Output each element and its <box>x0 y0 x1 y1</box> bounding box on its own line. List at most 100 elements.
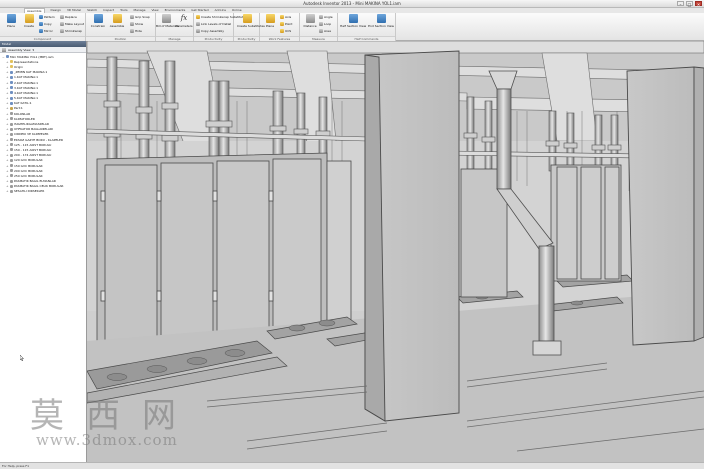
constrain-button[interactable]: Constrain <box>88 14 108 34</box>
point-button[interactable]: Point <box>280 21 292 27</box>
expand-toggle-icon[interactable]: + <box>6 179 9 183</box>
manage-group: Bill of Materials fx Parameters Manage <box>156 13 194 41</box>
make-layout-button[interactable]: Make Layout <box>60 21 84 27</box>
place-button[interactable]: Place <box>1 14 21 34</box>
area-button[interactable]: Area <box>319 28 331 34</box>
expand-toggle-icon[interactable]: + <box>6 189 9 193</box>
create-substitutes-button[interactable]: Create Substitutes <box>237 14 265 34</box>
maximize-button[interactable]: □ <box>686 1 693 7</box>
folder-icon <box>10 158 13 162</box>
shrinkwrap-button[interactable]: Shrinkwrap <box>60 28 82 34</box>
bill-of-materials-button[interactable]: Bill of Materials <box>156 14 179 34</box>
expand-toggle-icon[interactable]: + <box>6 106 9 110</box>
work-features-group: Plane Axis Point UCS Work Features <box>260 13 300 41</box>
expand-toggle-icon[interactable]: + <box>6 81 9 85</box>
end-section-icon <box>376 14 386 23</box>
expand-toggle-icon[interactable]: + <box>6 60 9 64</box>
expand-toggle-icon[interactable]: + <box>6 117 9 121</box>
angle-button[interactable]: Angle <box>319 14 333 20</box>
folder-icon <box>10 169 13 173</box>
shrinkwrap-icon <box>60 29 64 33</box>
expand-toggle-icon[interactable]: + <box>6 96 9 100</box>
pattern-button[interactable]: Pattern <box>39 14 55 20</box>
half-section-button[interactable]: Half Section View <box>340 14 366 34</box>
expand-toggle-icon[interactable]: + <box>6 158 9 162</box>
expand-toggle-icon[interactable]: + <box>6 127 9 131</box>
browser-tree-label: 125 - 115 AKIST BORULU <box>14 142 52 147</box>
ucs-button[interactable]: UCS <box>280 28 291 34</box>
browser-tree-item[interactable]: + SESAHLI DIRSEKLER <box>0 189 86 194</box>
assembly-icon <box>10 81 13 85</box>
expand-toggle-icon[interactable]: + <box>6 169 9 173</box>
grip-snap-button[interactable]: Grip Snap <box>130 14 150 20</box>
assemble-button[interactable]: Assemble <box>107 14 127 34</box>
hide-button[interactable]: Hide <box>130 28 142 34</box>
copy-button[interactable]: Copy <box>39 21 52 27</box>
expand-toggle-icon[interactable]: + <box>6 91 9 95</box>
filter-icon[interactable] <box>2 47 6 52</box>
copy-assembly-button[interactable]: Copy Assembly <box>196 28 224 34</box>
position-group: Constrain Assemble Grip Snap Show Hide P… <box>86 13 156 41</box>
expand-toggle-icon[interactable]: + <box>6 86 9 90</box>
create-button[interactable]: Create <box>19 14 39 34</box>
chevron-down-icon[interactable]: ▾ <box>33 48 35 52</box>
mouse-cursor-icon <box>20 355 24 361</box>
browser-tree-label: SESAHLI DIRSEKLER <box>14 189 45 194</box>
close-button[interactable]: ✕ <box>695 1 702 7</box>
folder-icon <box>10 179 13 183</box>
substitutes-icon <box>242 14 252 23</box>
link-levels-button[interactable]: Link Levels of Detail <box>196 21 231 27</box>
expand-toggle-icon[interactable]: + <box>6 112 9 116</box>
show-button[interactable]: Show <box>130 21 143 27</box>
folder-icon <box>10 122 13 126</box>
browser-tree-label: _ZEMIN KAT MAKINA:1 <box>14 70 48 75</box>
minimize-button[interactable]: – <box>677 1 684 7</box>
browser-tree-label: 4.KAT MAKINA:1 <box>14 90 39 95</box>
axis-button[interactable]: Axis <box>280 14 291 20</box>
replace-button[interactable]: Replace <box>60 14 77 20</box>
assemble-icon <box>112 14 122 23</box>
loop-button[interactable]: Loop <box>319 21 331 27</box>
assembly-icon <box>10 96 13 100</box>
expand-toggle-icon[interactable]: + <box>6 75 9 79</box>
expand-toggle-icon[interactable]: + <box>6 164 9 168</box>
browser-tree-label: 120 GVC BORULAR <box>14 158 43 163</box>
browser-tree-label: Origin <box>14 64 24 69</box>
watermark: 莫 西 网 www.3dmox.com <box>30 396 200 449</box>
folder-icon <box>10 132 13 136</box>
expand-toggle-icon[interactable]: + <box>6 184 9 188</box>
ucs-icon <box>280 29 284 33</box>
browser-tree-label: Representations <box>14 59 39 64</box>
expand-toggle-icon[interactable]: − <box>2 55 5 59</box>
expand-toggle-icon[interactable]: + <box>6 65 9 69</box>
expand-toggle-icon[interactable]: + <box>6 174 9 178</box>
expand-toggle-icon[interactable]: + <box>6 101 9 105</box>
folder-icon <box>10 127 13 131</box>
folder-icon <box>10 112 13 116</box>
parameters-button[interactable]: fx Parameters <box>174 14 194 34</box>
mirror-button[interactable]: Mirror <box>39 28 53 34</box>
distance-button[interactable]: Distance <box>300 14 320 34</box>
expand-toggle-icon[interactable]: + <box>6 122 9 126</box>
assembly-view-dropdown[interactable]: Assembly View <box>8 48 31 52</box>
plane-icon <box>265 14 275 23</box>
browser-tree-label: PASMATIK BAGIL CELIK BORULAR <box>14 184 64 189</box>
expand-toggle-icon[interactable]: + <box>6 138 9 142</box>
watermark-char: 西 <box>86 396 120 436</box>
expand-toggle-icon[interactable]: + <box>6 148 9 152</box>
expand-toggle-icon[interactable]: + <box>6 153 9 157</box>
make-layout-icon <box>60 22 64 26</box>
folder-icon <box>10 164 13 168</box>
expand-toggle-icon[interactable]: + <box>6 132 9 136</box>
plane-button[interactable]: Plane <box>260 14 280 34</box>
copy-icon <box>39 22 43 26</box>
measure-group: Distance Angle Loop Area Measure <box>300 13 338 41</box>
generator-cabinets-left <box>96 152 352 352</box>
grip-snap-icon <box>130 15 134 19</box>
expand-toggle-icon[interactable]: + <box>6 70 9 74</box>
expand-toggle-icon[interactable]: + <box>6 143 9 147</box>
folder-icon <box>10 143 13 147</box>
end-section-button[interactable]: End Section View <box>368 14 394 34</box>
folder-icon <box>10 184 13 188</box>
browser-tree-label: 150 GVC BORULAR <box>14 163 43 168</box>
